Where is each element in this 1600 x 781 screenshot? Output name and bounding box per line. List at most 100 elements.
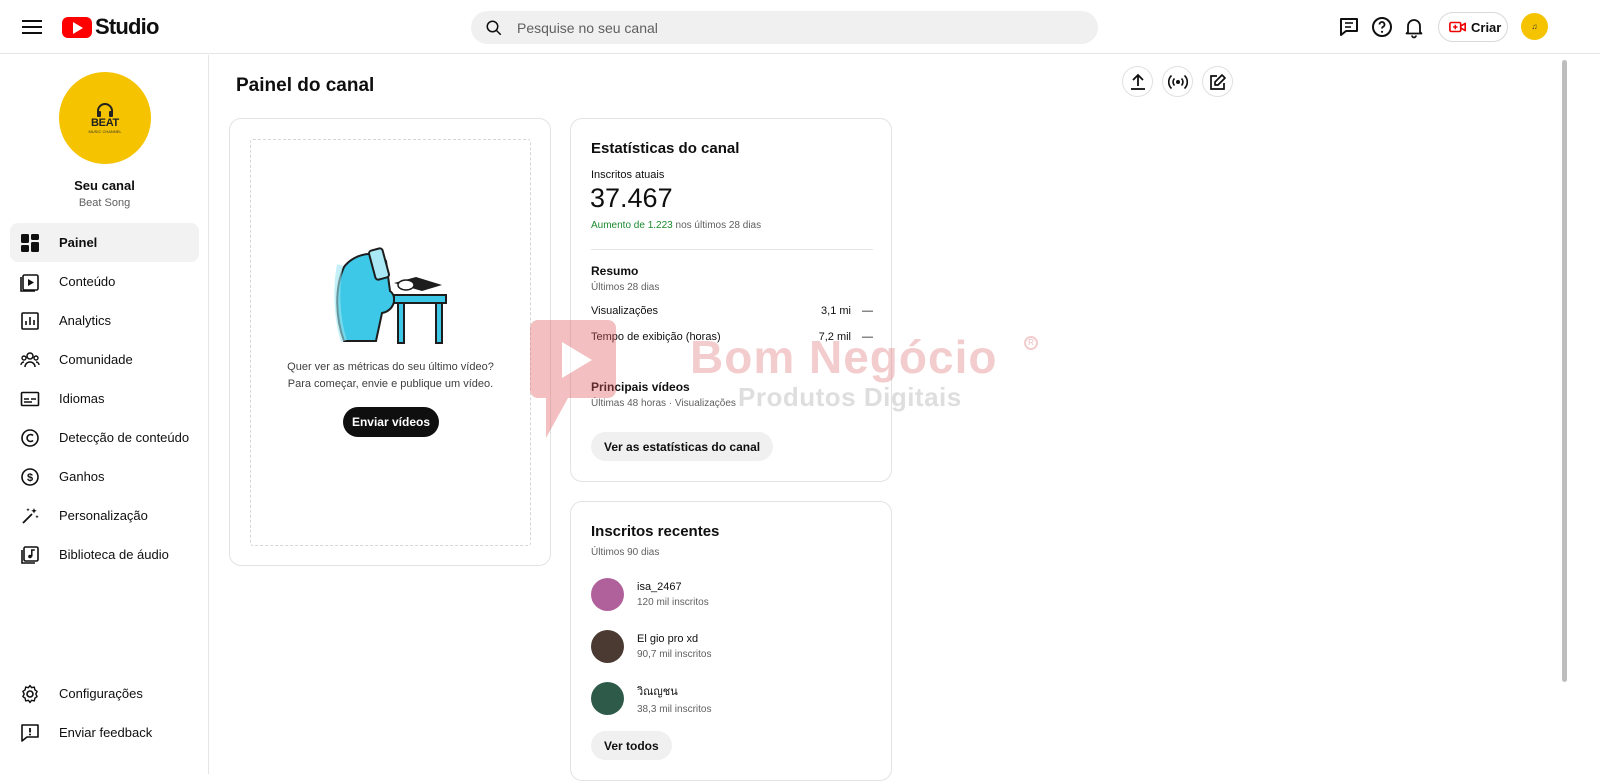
upload-icon xyxy=(1130,73,1145,90)
growth-period: nos últimos 28 dias xyxy=(672,220,762,231)
subscriber-count: 38,3 mil inscritos xyxy=(637,703,712,715)
empty-state-text: Quer ver as métricas do seu último vídeo… xyxy=(251,359,530,393)
magic-wand-icon xyxy=(22,507,39,524)
sidebar-item-feedback[interactable]: Enviar feedback xyxy=(10,713,199,752)
edit-post-icon xyxy=(1209,73,1226,90)
page-title: Painel do canal xyxy=(236,75,375,96)
sidebar-item-label: Analytics xyxy=(59,313,112,328)
dollar-icon: $ xyxy=(21,467,39,486)
top-bar: Studio Criar ♫ xyxy=(0,0,1600,54)
create-post-button[interactable] xyxy=(1202,66,1233,97)
subscriber-row[interactable]: วิณญชน 38,3 mil inscritos xyxy=(591,681,711,715)
stat-label: Visualizações xyxy=(591,305,659,317)
subscriber-count: 120 mil inscritos xyxy=(637,596,709,608)
sidebar-item-label: Painel xyxy=(59,235,98,250)
sidebar-item-label: Biblioteca de áudio xyxy=(59,547,169,562)
content-icon xyxy=(20,273,39,292)
channel-name: Beat Song xyxy=(78,197,131,209)
registered-mark: R xyxy=(1024,336,1038,350)
subscriber-avatar[interactable] xyxy=(591,681,624,715)
sidebar-item-personalizacao[interactable]: Personalização xyxy=(10,496,199,535)
stat-change: — xyxy=(862,305,873,317)
top-videos-title: Principais vídeos xyxy=(591,380,690,394)
stat-value: 3,1 mi xyxy=(821,305,851,317)
subscriber-name: วิณญชน xyxy=(637,685,678,698)
sidebar-item-idiomas[interactable]: Idiomas xyxy=(10,379,199,418)
headphones-icon xyxy=(97,102,113,117)
upload-button[interactable] xyxy=(1122,66,1153,97)
create-button[interactable]: Criar xyxy=(1438,12,1508,42)
channel-title: Seu canal xyxy=(74,178,135,193)
audio-library-icon xyxy=(21,545,39,564)
subscriber-row[interactable]: isa_2467 120 mil inscritos xyxy=(591,577,709,611)
channel-stats-title: Estatísticas do canal xyxy=(591,140,740,157)
search-icon[interactable] xyxy=(485,19,503,37)
latest-video-card: Quer ver as métricas do seu último vídeo… xyxy=(229,118,551,566)
menu-icon[interactable] xyxy=(22,17,42,37)
scientist-illustration-icon xyxy=(334,247,447,344)
empty-state-line2: Para começar, envie e publique um vídeo. xyxy=(287,378,494,390)
messages-icon[interactable] xyxy=(1337,15,1361,39)
stat-row-views: Visualizações 3,1 mi — xyxy=(591,305,873,317)
video-add-icon xyxy=(1449,21,1467,33)
subscriber-avatar[interactable] xyxy=(591,629,624,663)
studio-logo[interactable]: Studio xyxy=(62,14,159,40)
sidebar-item-label: Comunidade xyxy=(59,352,133,367)
sidebar-item-conteudo[interactable]: Conteúdo xyxy=(10,262,199,301)
sidebar-item-label: Personalização xyxy=(59,508,148,523)
sidebar-item-label: Enviar feedback xyxy=(59,725,153,740)
scrollbar[interactable] xyxy=(1562,60,1567,682)
latest-video-placeholder: Quer ver as métricas do seu último vídeo… xyxy=(250,139,531,546)
stat-value: 7,2 mil xyxy=(818,331,851,343)
channel-avatar-subtext: MUSIC CHANNEL xyxy=(88,128,122,134)
sidebar: BEAT MUSIC CHANNEL Seu canal Beat Song P… xyxy=(0,55,209,774)
sidebar-bottom-nav: Configurações Enviar feedback xyxy=(10,674,199,752)
subscriber-name: isa_2467 xyxy=(637,580,682,593)
sidebar-item-label: Idiomas xyxy=(59,391,105,406)
subscriber-row[interactable]: El gio pro xd 90,7 mil inscritos xyxy=(591,629,711,663)
sidebar-item-analytics[interactable]: Analytics xyxy=(10,301,199,340)
sidebar-item-deteccao[interactable]: Detecção de conteúdo xyxy=(10,418,199,457)
subscriber-count: 90,7 mil inscritos xyxy=(637,648,712,660)
create-label: Criar xyxy=(1471,19,1502,35)
dashboard-icon xyxy=(21,233,39,252)
top-videos-period: Últimas 48 horas · Visualizações xyxy=(591,398,736,409)
channel-avatar[interactable]: BEAT MUSIC CHANNEL xyxy=(59,72,151,164)
sidebar-item-label: Configurações xyxy=(59,686,143,701)
subtitles-icon xyxy=(20,391,40,406)
subs-label: Inscritos atuais xyxy=(591,169,665,181)
stat-change: — xyxy=(862,331,873,343)
channel-analytics-button[interactable]: Ver as estatísticas do canal xyxy=(591,432,774,461)
community-icon xyxy=(20,351,40,367)
search-input[interactable] xyxy=(517,19,1057,36)
growth-highlight: Aumento de 1.223 xyxy=(591,220,673,231)
youtube-logo-icon xyxy=(62,16,92,38)
sidebar-item-label: Detecção de conteúdo xyxy=(59,430,190,445)
subscriber-avatar[interactable] xyxy=(591,577,624,611)
copyright-icon xyxy=(21,428,39,447)
svg-text:$: $ xyxy=(27,472,33,484)
summary-title: Resumo xyxy=(591,264,639,278)
sidebar-item-label: Ganhos xyxy=(59,469,105,484)
channel-avatar-text: BEAT xyxy=(91,116,119,129)
logo-text: Studio xyxy=(95,14,159,39)
gear-icon xyxy=(22,684,38,703)
sidebar-item-comunidade[interactable]: Comunidade xyxy=(10,340,199,379)
sidebar-item-biblioteca[interactable]: Biblioteca de áudio xyxy=(10,535,199,574)
recent-subs-title: Inscritos recentes xyxy=(591,523,720,540)
notifications-bell-icon[interactable] xyxy=(1402,15,1426,39)
upload-videos-button[interactable]: Enviar vídeos xyxy=(343,407,439,437)
go-live-button[interactable] xyxy=(1162,66,1193,97)
help-icon[interactable] xyxy=(1370,15,1394,39)
channel-stats-card: Estatísticas do canal Inscritos atuais 3… xyxy=(570,118,892,482)
subscriber-name: El gio pro xd xyxy=(637,632,699,645)
recent-subscribers-card: Inscritos recentes Últimos 90 dias isa_2… xyxy=(570,501,892,781)
search-bar[interactable] xyxy=(471,11,1098,44)
account-avatar[interactable]: ♫ xyxy=(1521,13,1548,40)
sidebar-item-label: Conteúdo xyxy=(59,274,116,289)
sidebar-item-configuracoes[interactable]: Configurações xyxy=(10,674,199,713)
see-all-button[interactable]: Ver todos xyxy=(591,731,672,760)
sidebar-item-ganhos[interactable]: $ Ganhos xyxy=(10,457,199,496)
subs-count: 37.467 xyxy=(590,183,673,213)
sidebar-item-painel[interactable]: Painel xyxy=(10,223,199,262)
